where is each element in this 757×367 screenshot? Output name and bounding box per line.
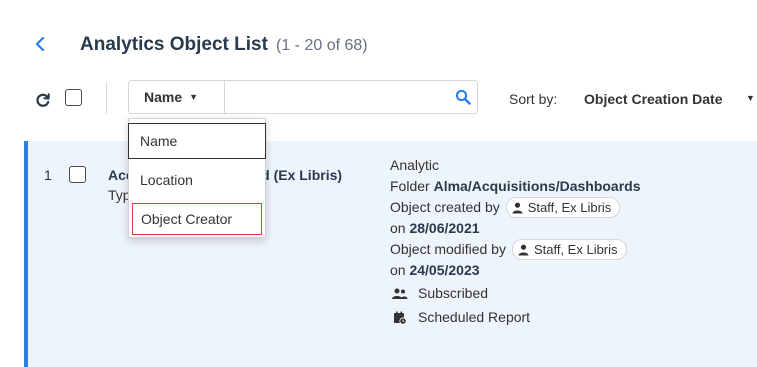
refresh-button[interactable] (35, 92, 51, 108)
modified-by-chip[interactable]: Staff, Ex Libris (511, 239, 627, 260)
dropdown-option-object-creator[interactable]: Object Creator (132, 203, 262, 235)
subscribed-status: Subscribed (418, 285, 489, 301)
object-name-end: rd (Ex Libris) (255, 167, 343, 183)
row-index: 1 (44, 167, 52, 183)
modified-by-label: Object modified by (390, 241, 506, 257)
result-count: (1 - 20 of 68) (276, 37, 368, 54)
search-box: Name ▼ (128, 80, 478, 114)
calendar-clock-icon (392, 311, 408, 325)
sort-label: Sort by: (509, 91, 558, 107)
created-on-date: 28/06/2021 (409, 220, 480, 236)
dropdown-option-name[interactable]: Name (128, 123, 266, 159)
row-checkbox[interactable] (69, 166, 86, 183)
modified-by-line: Object modified by Staff, Ex Libris (390, 239, 641, 260)
select-all-checkbox[interactable] (65, 89, 82, 106)
created-by-label: Object created by (390, 199, 500, 215)
toolbar-divider (106, 82, 107, 114)
page-title: Analytics Object List (80, 34, 268, 55)
created-on-label: on (390, 220, 406, 236)
folder-path: Alma/Acquisitions/Dashboards (433, 178, 641, 194)
search-field-dropdown: Name Location Object Creator (128, 118, 266, 238)
caret-down-icon[interactable]: ▼ (746, 93, 755, 103)
chevron-left-icon (35, 36, 45, 52)
created-by-line: Object created by Staff, Ex Libris (390, 197, 641, 218)
scheduled-status: Scheduled Report (418, 309, 531, 325)
scheduled-line: Scheduled Report (392, 307, 641, 328)
caret-down-icon: ▼ (189, 92, 199, 102)
list-toolbar: Name ▼ Sort by: Object Creation Date ▼ (0, 78, 757, 122)
modified-by-name: Staff, Ex Libris (533, 242, 618, 257)
subscribed-line: Subscribed (392, 283, 641, 304)
sort-select[interactable]: Object Creation Date (584, 91, 722, 107)
search-field-select[interactable]: Name ▼ (129, 81, 225, 113)
refresh-icon (36, 93, 50, 107)
object-kind: Analytic (390, 157, 440, 173)
dropdown-option-location[interactable]: Location (129, 163, 265, 197)
users-icon (392, 288, 408, 300)
person-icon (518, 244, 529, 256)
modified-on-date: 24/05/2023 (409, 262, 480, 278)
folder-label: Folder (390, 178, 430, 194)
created-on-line: on 28/06/2021 (390, 218, 641, 239)
folder-line: Folder Alma/Acquisitions/Dashboards (390, 176, 641, 197)
search-button[interactable] (455, 89, 471, 105)
person-icon (512, 202, 523, 214)
created-by-chip[interactable]: Staff, Ex Libris (505, 197, 621, 218)
search-input[interactable] (226, 82, 441, 112)
back-button[interactable] (30, 34, 50, 54)
object-details: Analytic Folder Alma/Acquisitions/Dashbo… (390, 155, 641, 328)
search-field-label: Name (144, 89, 183, 105)
created-by-name: Staff, Ex Libris (527, 200, 612, 215)
search-icon (455, 89, 471, 105)
modified-on-line: on 24/05/2023 (390, 260, 641, 281)
modified-on-label: on (390, 262, 406, 278)
